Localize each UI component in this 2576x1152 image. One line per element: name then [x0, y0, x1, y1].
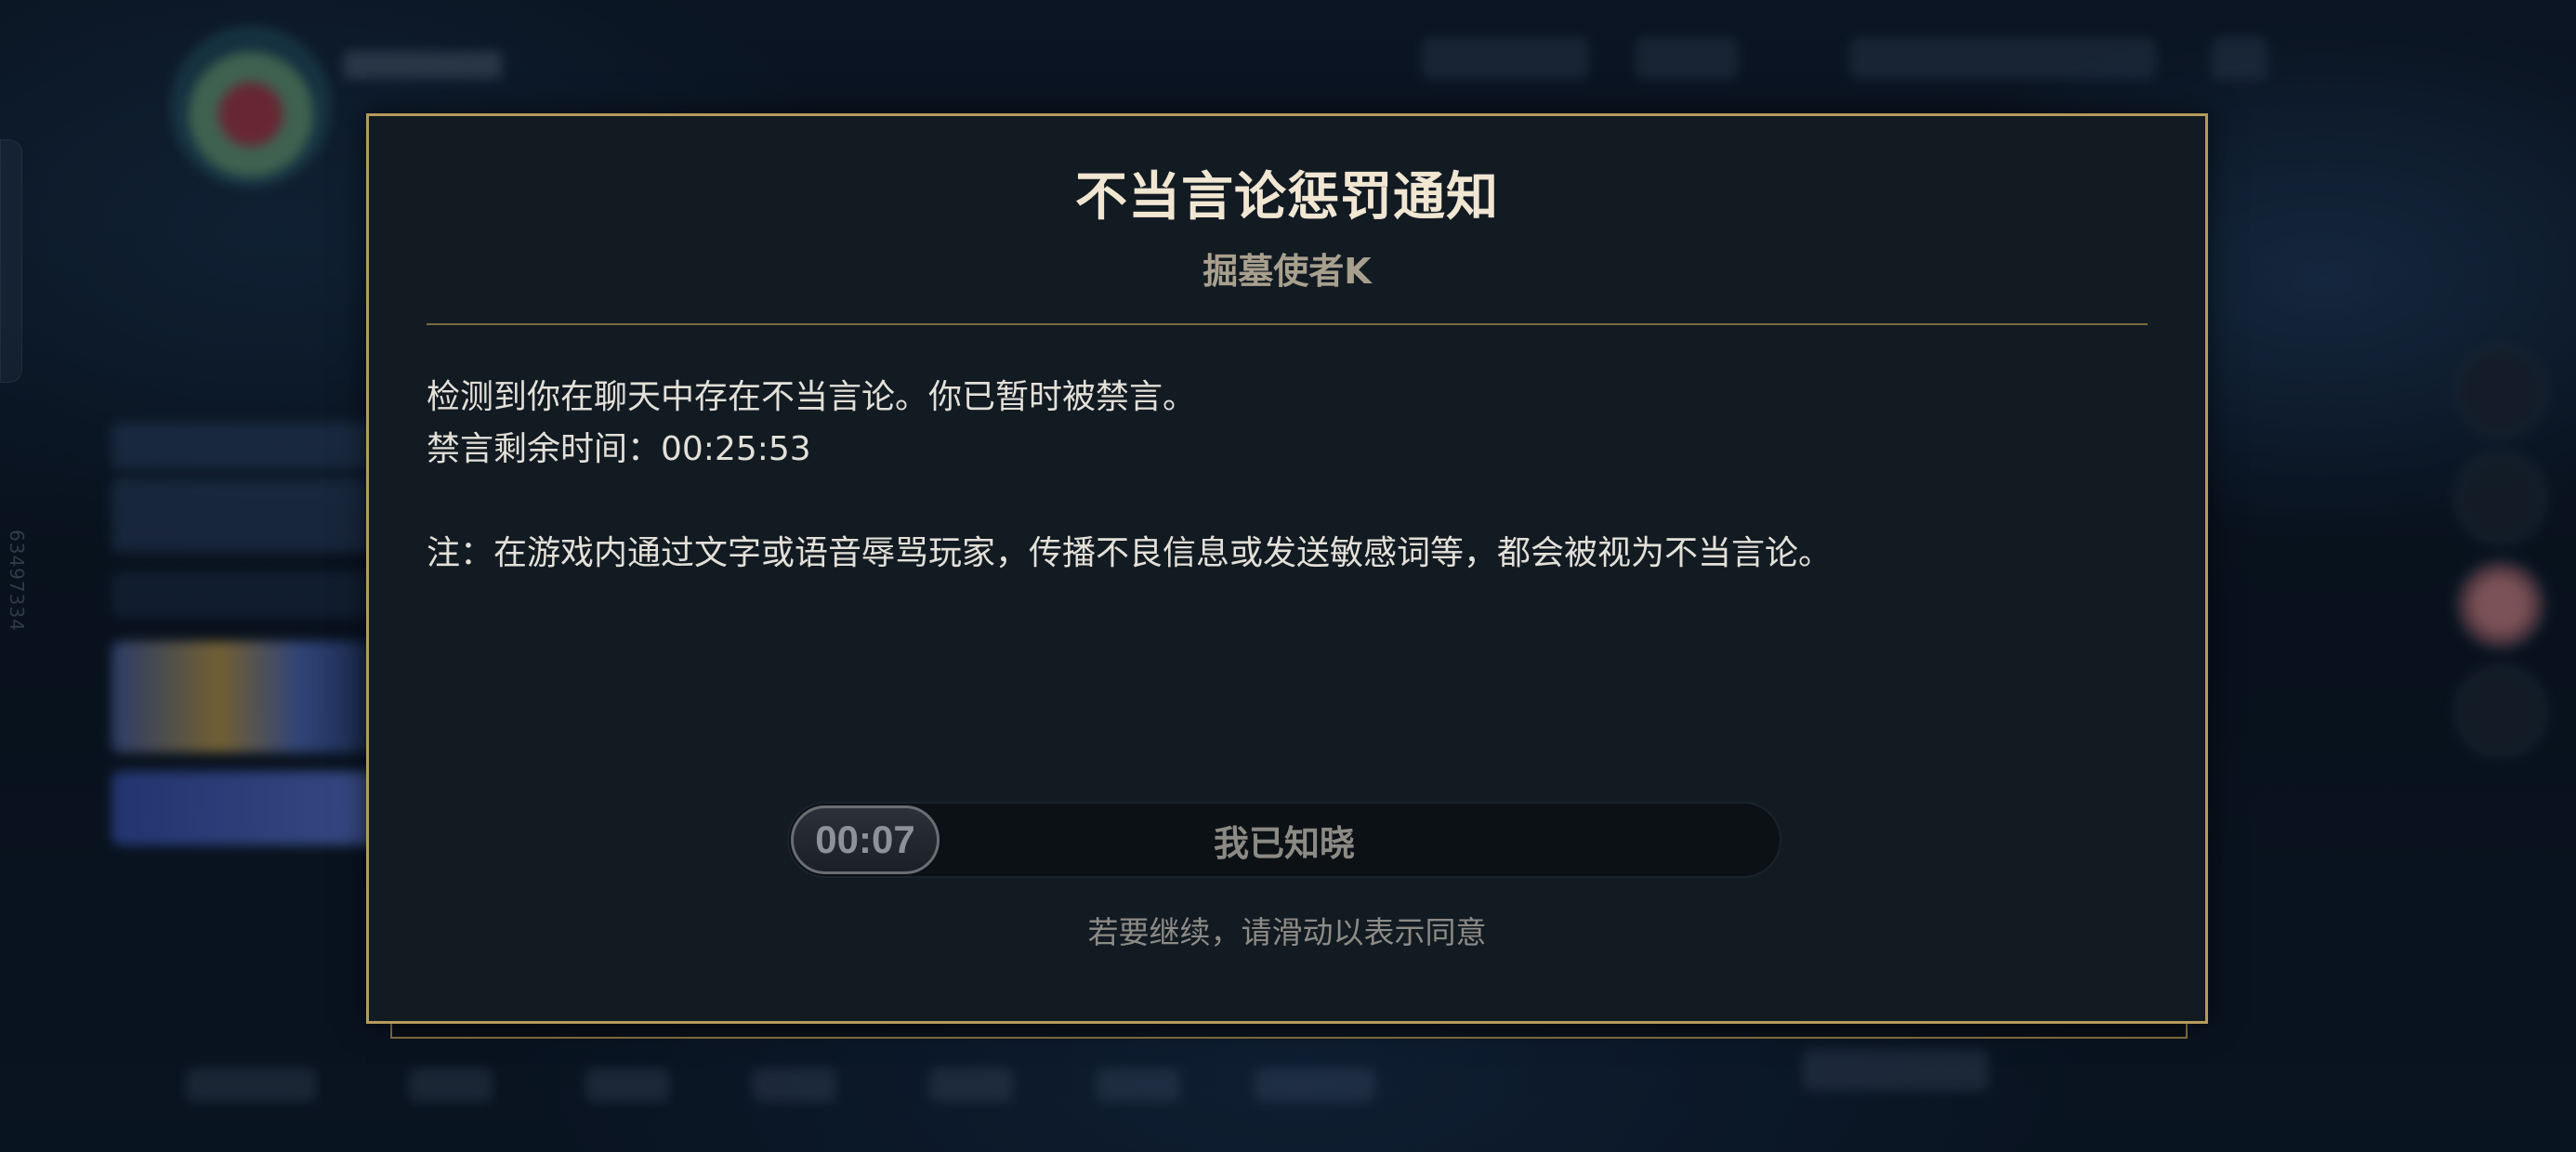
notice-line-muted: 检测到你在聊天中存在不当言论。你已暂时被禁言。	[427, 378, 1197, 416]
notice-note: 注：在游戏内通过文字或语音辱骂玩家，传播不良信息或发送敏感词等，都会被视为不当言…	[427, 534, 1833, 572]
penalty-notice-dialog: 不当言论惩罚通知 掘墓使者K 检测到你在聊天中存在不当言论。你已暂时被禁言。 禁…	[366, 113, 2208, 1024]
slide-hint: 若要继续，请滑动以表示同意	[1087, 914, 1487, 950]
slider-handle-countdown[interactable]: 00:07	[791, 805, 940, 874]
divider	[427, 323, 2148, 325]
dialog-title: 不当言论惩罚通知	[1075, 167, 1499, 226]
acknowledge-slider[interactable]: 我已知晓 00:07	[787, 802, 1781, 878]
game-lobby-screen: 63497334 不当言论惩罚通知 掘墓使者K 检测到你在聊天中存在不当言论。你…	[0, 0, 2576, 1152]
player-name: 掘墓使者K	[1203, 251, 1372, 292]
notice-body: 检测到你在聊天中存在不当言论。你已暂时被禁言。 禁言剩余时间：00:25:53 …	[427, 372, 2148, 580]
mute-remaining-time: 禁言剩余时间：00:25:53	[427, 430, 811, 468]
